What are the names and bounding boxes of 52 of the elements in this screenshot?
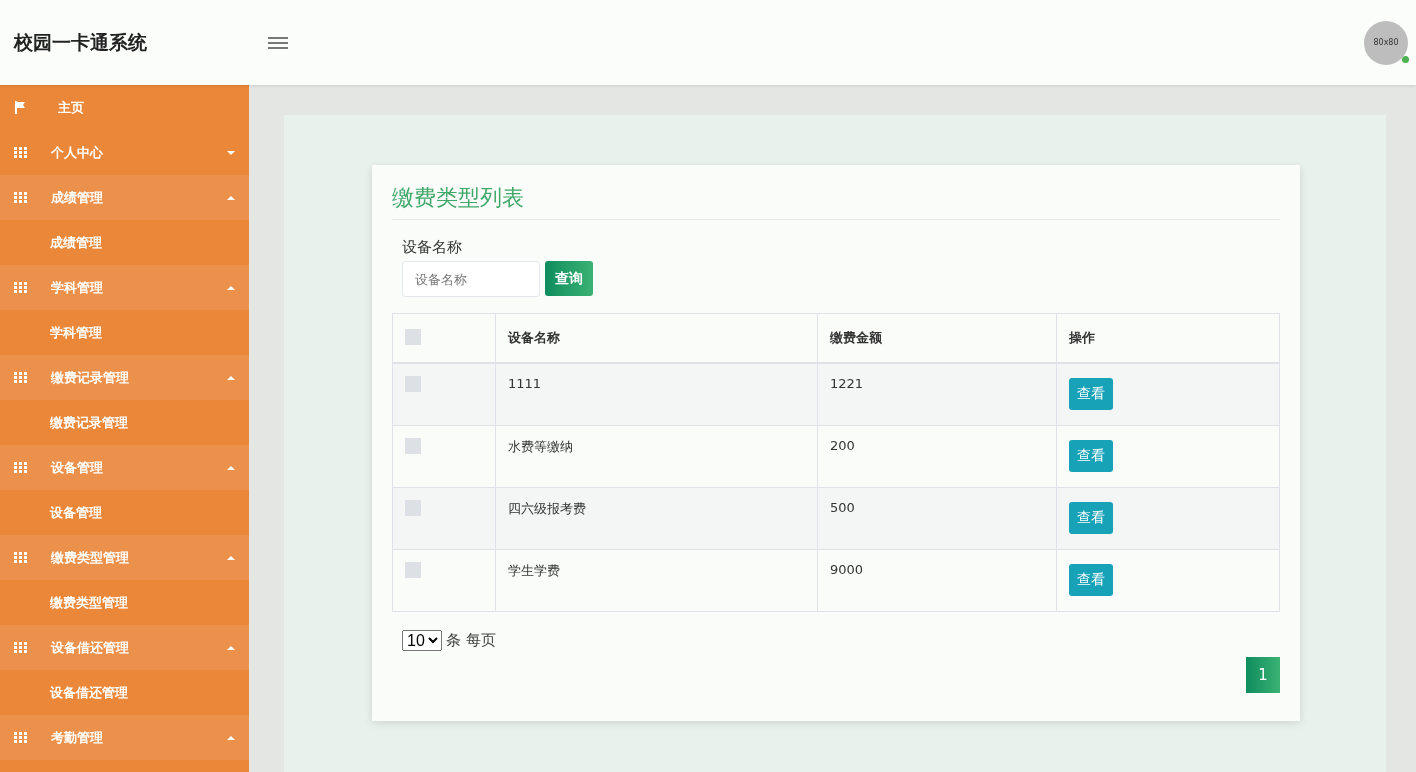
sidebar-item[interactable]: 成绩管理 — [0, 175, 249, 220]
view-button[interactable]: 查看 — [1069, 564, 1113, 596]
table-cell: 200 — [830, 438, 855, 453]
sidebar-item[interactable]: 考勤管理 — [0, 715, 249, 760]
view-button[interactable]: 查看 — [1069, 440, 1113, 472]
page-size-select[interactable]: 10 — [402, 630, 442, 651]
sidebar-item[interactable]: 设备借还管理 — [0, 625, 249, 670]
column-header: 操作 — [1069, 330, 1095, 345]
grid-icon — [14, 642, 27, 653]
caret-up-icon — [227, 465, 235, 470]
grid-icon — [14, 282, 27, 293]
table-cell: 9000 — [830, 562, 864, 577]
table-cell: 1111 — [508, 376, 542, 391]
menu-icon[interactable] — [268, 34, 288, 51]
card-title: 缴费类型列表 — [392, 183, 1280, 220]
field-label: 设备名称 — [402, 238, 463, 257]
page-size-label: 条 每页 — [446, 631, 496, 650]
caret-up-icon — [227, 195, 235, 200]
caret-up-icon — [227, 555, 235, 560]
caret-down-icon — [227, 150, 235, 155]
sidebar-item[interactable]: 设备管理 — [0, 445, 249, 490]
grid-icon — [14, 732, 27, 743]
search-field[interactable]: 设备名称 — [402, 261, 540, 297]
caret-up-icon — [227, 285, 235, 290]
avatar[interactable]: 80x80 — [1364, 20, 1408, 65]
caret-up-icon — [227, 645, 235, 650]
caret-up-icon — [227, 375, 235, 380]
search-button[interactable]: 查询 — [545, 261, 593, 296]
grid-icon — [14, 372, 27, 383]
sidebar-item[interactable]: 缴费记录管理 — [0, 355, 249, 400]
checkbox[interactable] — [405, 562, 421, 578]
grid-icon — [14, 462, 27, 473]
sidebar-item[interactable]: 缴费类型管理 — [0, 535, 249, 580]
grid-icon — [14, 147, 27, 158]
grid-icon — [14, 552, 27, 563]
table-cell: 四六级报考费 — [508, 501, 586, 516]
table-cell: 1221 — [830, 376, 864, 391]
app-title: 校园一卡通系统 — [14, 29, 148, 55]
table-cell: 学生学费 — [508, 563, 560, 578]
checkbox[interactable] — [405, 328, 421, 345]
column-header: 缴费金额 — [830, 330, 882, 345]
checkbox[interactable] — [405, 438, 421, 454]
flag-icon — [14, 101, 26, 114]
view-button[interactable]: 查看 — [1069, 378, 1113, 410]
table-cell: 水费等缴纳 — [508, 439, 573, 454]
table-cell: 500 — [830, 500, 855, 515]
column-header: 设备名称 — [508, 330, 560, 345]
sidebar-item[interactable]: 学科管理 — [0, 265, 249, 310]
caret-up-icon — [227, 735, 235, 740]
view-button[interactable]: 查看 — [1069, 502, 1113, 534]
page-button[interactable]: 1 — [1246, 657, 1280, 693]
grid-icon — [14, 192, 27, 203]
